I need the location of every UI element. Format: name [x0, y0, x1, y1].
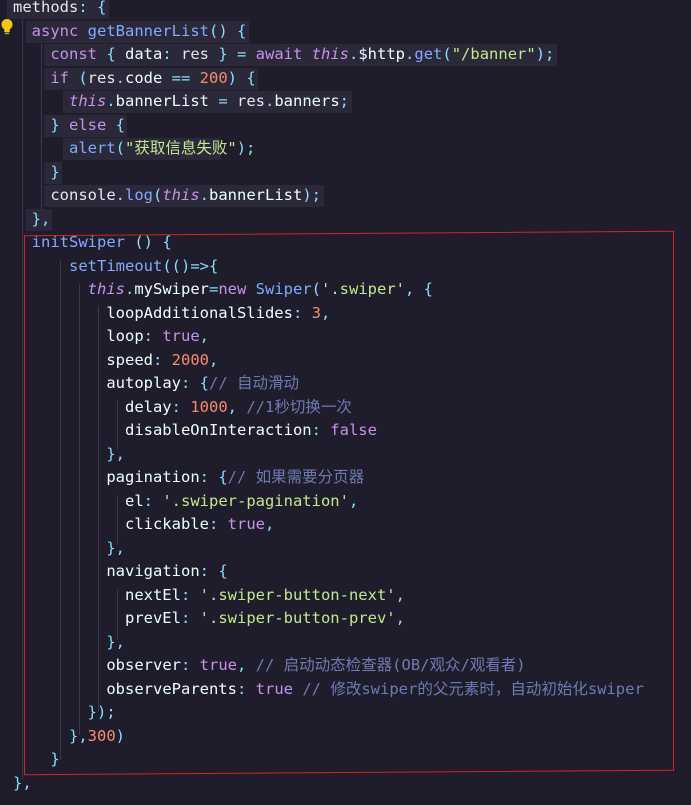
code-token: else: [69, 115, 116, 134]
code-token: .: [199, 186, 210, 204]
code-token: (: [115, 139, 126, 157]
code-token: data: [125, 45, 163, 63]
code-token: get: [414, 45, 443, 63]
code-token: );: [302, 186, 322, 204]
code-token: );: [535, 45, 555, 63]
code-token: ) {: [227, 68, 256, 87]
code-token: : {: [78, 0, 107, 16]
code-token: methods: [13, 0, 79, 16]
code-token: res: [237, 92, 265, 110]
code-token: (: [442, 45, 452, 63]
code-line[interactable]: async getBannerList() {: [13, 20, 247, 44]
code-token: .: [106, 92, 116, 110]
code-token: 200: [199, 68, 228, 87]
code-line[interactable]: }: [13, 161, 60, 185]
code-line[interactable]: if (res.code == 200) {: [13, 67, 256, 91]
code-line[interactable]: console.log(this.bannerList);: [13, 184, 321, 208]
lightbulb-icon[interactable]: [0, 18, 14, 36]
code-line[interactable]: alert("获取信息失败");: [13, 137, 255, 161]
code-token: log: [125, 186, 153, 204]
code-token: :: [162, 45, 181, 63]
code-line[interactable]: this.bannerList = res.banners;: [13, 90, 349, 114]
code-token: }: [50, 162, 60, 181]
code-token: .: [115, 68, 126, 87]
code-token: }: [50, 115, 69, 134]
code-token: const: [50, 45, 107, 63]
code-token: {: [106, 45, 125, 63]
code-line[interactable]: methods: {: [13, 0, 106, 20]
code-token: ;: [339, 92, 350, 110]
code-token: await: [255, 45, 312, 63]
code-token: .: [349, 45, 359, 63]
code-editor[interactable]: methods: { async getBannerList() { const…: [0, 0, 691, 805]
code-token: "/banner": [451, 45, 536, 63]
code-token: this: [162, 186, 200, 204]
code-token: if: [50, 68, 79, 87]
code-token: res: [181, 45, 209, 63]
code-token: bannerList: [209, 186, 303, 204]
code-line[interactable]: const { data: res } = await this.$http.g…: [13, 43, 554, 67]
code-token: alert: [69, 139, 116, 157]
code-token: $http: [358, 45, 406, 63]
annotation-highlight-box: [24, 230, 674, 776]
code-token: ==: [162, 68, 200, 87]
code-token: this: [69, 92, 107, 110]
code-token: code: [125, 68, 163, 87]
code-token: .: [265, 92, 275, 110]
code-token: {: [115, 115, 126, 134]
code-token: },: [13, 773, 32, 792]
code-token: (: [153, 186, 163, 204]
code-token: =: [209, 92, 237, 110]
code-token: bannerList: [115, 92, 209, 110]
code-token: } =: [209, 45, 256, 63]
code-token: console: [50, 186, 116, 204]
code-token: this: [311, 45, 349, 63]
code-token: getBannerList: [87, 21, 209, 40]
code-token: banners: [274, 92, 340, 110]
code-token: );: [236, 139, 256, 157]
code-line[interactable]: } else {: [13, 114, 125, 138]
code-token: .: [405, 45, 415, 63]
code-token: (: [78, 68, 88, 87]
code-line[interactable]: },: [13, 208, 51, 232]
code-token: .: [115, 186, 125, 204]
code-token: },: [31, 209, 51, 228]
code-token: async: [31, 21, 88, 40]
code-token: () {: [209, 21, 247, 40]
code-token: "获取信息失败": [125, 139, 237, 157]
code-token: res: [87, 68, 116, 87]
